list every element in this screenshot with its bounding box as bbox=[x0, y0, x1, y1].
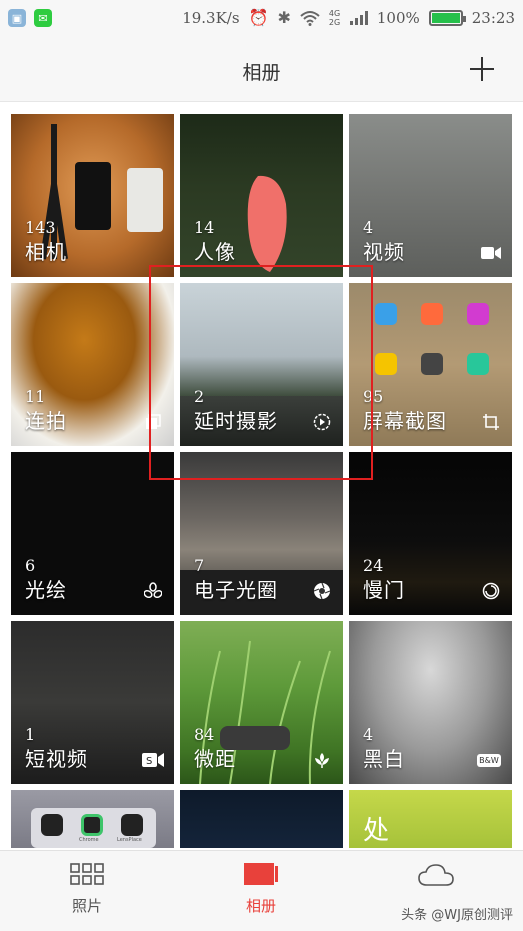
album-count: 2 bbox=[194, 387, 205, 406]
album-tile-portrait[interactable]: 14 人像 bbox=[180, 114, 343, 277]
album-name: 延时摄影 bbox=[194, 409, 278, 433]
album-tile-electronic-aperture[interactable]: 7 电子光圈 bbox=[180, 452, 343, 615]
battery-percent: 100% bbox=[376, 8, 420, 27]
tab-photos[interactable]: 照片 bbox=[37, 863, 137, 916]
album-tile-slow-shutter[interactable]: 24 慢门 bbox=[349, 452, 512, 615]
album-name: 相机 bbox=[25, 240, 67, 264]
album-count: 11 bbox=[25, 387, 46, 406]
album-name: 短视频 bbox=[25, 747, 88, 771]
tab-photos-label: 照片 bbox=[71, 897, 102, 915]
sneaker-image bbox=[240, 174, 300, 274]
album-tile-black-white[interactable]: 4 黑白 B&W bbox=[349, 621, 512, 784]
page-title: 相册 bbox=[242, 62, 281, 84]
app-icon-3 bbox=[121, 814, 143, 836]
album-name: 微距 bbox=[194, 747, 236, 771]
gallery-app-icon: ▣ bbox=[8, 9, 26, 27]
album-tile-camera[interactable]: 143 相机 bbox=[11, 114, 174, 277]
timelapse-icon bbox=[311, 412, 333, 432]
calligraphy-text: 处 bbox=[363, 816, 390, 846]
album-name: 光绘 bbox=[25, 578, 67, 602]
bluetooth-icon: ✱ bbox=[277, 8, 291, 27]
album-count: 24 bbox=[363, 556, 384, 575]
album-icon bbox=[244, 863, 278, 885]
status-bar: ▣ ✉ 19.3K/s ⏰ ✱ 4G 2G 100% 23:23 bbox=[0, 0, 523, 38]
album-tile-screenshot[interactable]: 95 屏幕截图 bbox=[349, 283, 512, 446]
battery-icon bbox=[428, 9, 466, 26]
album-count: 143 bbox=[25, 218, 56, 237]
album-tile-partial-3[interactable]: 处 bbox=[349, 790, 512, 848]
app-icon-2 bbox=[81, 814, 103, 836]
cloud-icon bbox=[418, 864, 454, 886]
svg-text:S: S bbox=[146, 756, 152, 767]
slow-shutter-icon bbox=[480, 581, 502, 601]
tab-cloud[interactable] bbox=[386, 863, 486, 897]
bottom-nav: 照片 相册 头条 @WJ原创测评 bbox=[0, 850, 523, 931]
app-icons-image bbox=[367, 297, 497, 397]
album-tile-burst[interactable]: 11 连拍 bbox=[11, 283, 174, 446]
network-type: 4G 2G bbox=[328, 8, 341, 27]
short-video-icon: S bbox=[142, 750, 164, 770]
wifi-icon bbox=[300, 10, 320, 26]
tab-albums-label: 相册 bbox=[245, 897, 276, 915]
album-count: 84 bbox=[194, 725, 215, 744]
screenshot-icon bbox=[480, 412, 502, 432]
phone-screen-image: Chrome LensPlace bbox=[31, 808, 156, 848]
album-count: 1 bbox=[25, 725, 36, 744]
net-speed: 19.3K/s bbox=[182, 8, 240, 27]
macro-icon bbox=[311, 750, 333, 770]
grid-icon bbox=[70, 863, 104, 885]
album-name: 慢门 bbox=[363, 578, 405, 602]
watermark: 头条 @WJ原创测评 bbox=[401, 908, 513, 923]
album-count: 95 bbox=[363, 387, 384, 406]
album-count: 14 bbox=[194, 218, 215, 237]
album-name: 人像 bbox=[194, 240, 236, 264]
add-album-button[interactable] bbox=[469, 56, 495, 82]
signal-icon bbox=[349, 10, 368, 25]
album-tile-partial-2[interactable] bbox=[180, 790, 343, 848]
clock: 23:23 bbox=[471, 8, 515, 27]
wechat-icon: ✉ bbox=[34, 9, 52, 27]
album-count: 6 bbox=[25, 556, 36, 575]
alarm-icon: ⏰ bbox=[248, 8, 269, 27]
album-tile-timelapse[interactable]: 2 延时摄影 bbox=[180, 283, 343, 446]
burst-icon bbox=[142, 412, 164, 432]
aperture-icon bbox=[311, 581, 333, 601]
bw-icon: B&W bbox=[476, 750, 502, 770]
light-painting-icon bbox=[142, 581, 164, 601]
video-camera-icon bbox=[480, 243, 502, 263]
album-tile-partial-1[interactable]: Chrome LensPlace bbox=[11, 790, 174, 848]
bw-badge-text: B&W bbox=[477, 753, 501, 767]
album-tile-video[interactable]: 4 视频 bbox=[349, 114, 512, 277]
tab-albums[interactable]: 相册 bbox=[211, 863, 311, 916]
phone-image bbox=[75, 162, 111, 230]
album-name: 连拍 bbox=[25, 409, 67, 433]
app-label-chrome: Chrome bbox=[79, 837, 99, 843]
album-count: 4 bbox=[363, 725, 374, 744]
album-name: 黑白 bbox=[363, 747, 405, 771]
app-header: 相册 bbox=[0, 38, 523, 102]
album-count: 4 bbox=[363, 218, 374, 237]
album-name: 电子光圈 bbox=[194, 578, 278, 602]
app-icon-1 bbox=[41, 814, 63, 836]
album-grid: 143 相机 14 人像 4 视频 11 连拍 2 延时摄影 95 屏幕截图 6… bbox=[11, 114, 512, 848]
album-tile-macro[interactable]: 84 微距 bbox=[180, 621, 343, 784]
album-tile-light-painting[interactable]: 6 光绘 bbox=[11, 452, 174, 615]
album-name: 屏幕截图 bbox=[363, 409, 447, 433]
album-name: 视频 bbox=[363, 240, 405, 264]
powerbank-image bbox=[127, 168, 163, 232]
album-count: 7 bbox=[194, 556, 205, 575]
app-label-lensplace: LensPlace bbox=[117, 837, 142, 843]
album-tile-short-video[interactable]: 1 短视频 S bbox=[11, 621, 174, 784]
